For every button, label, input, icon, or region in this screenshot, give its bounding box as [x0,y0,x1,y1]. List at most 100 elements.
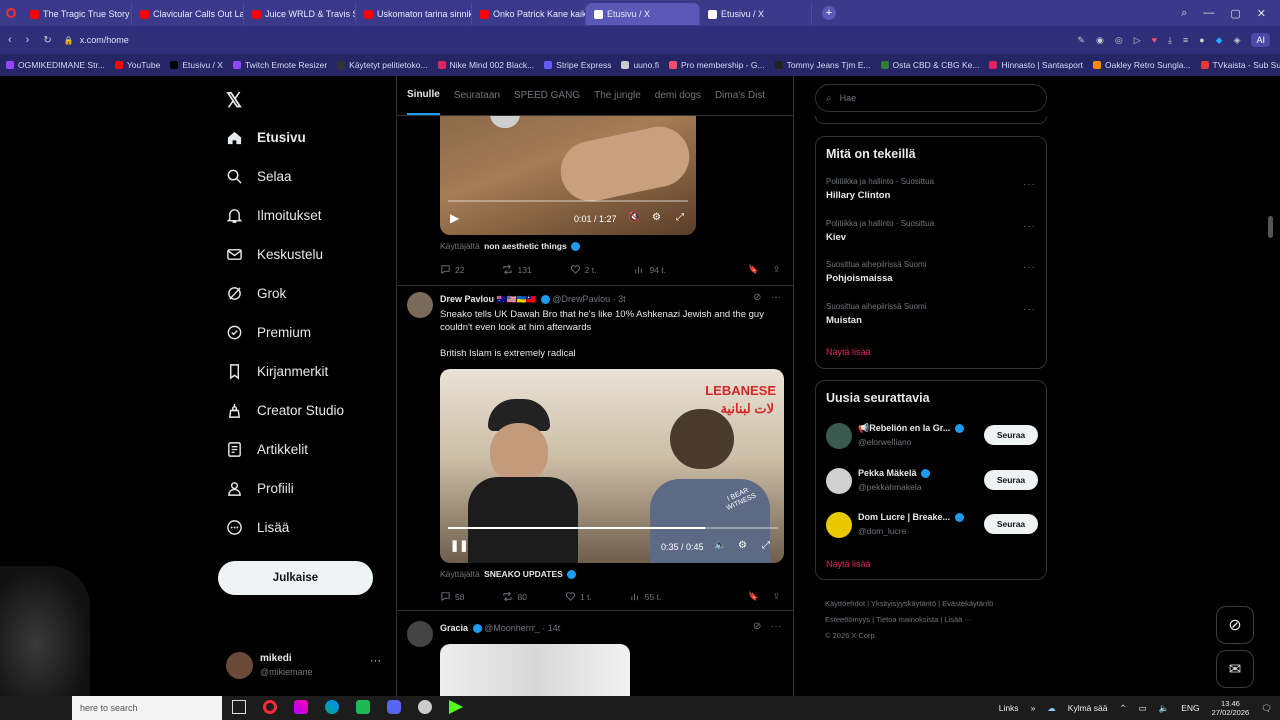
sidebar-item-premium[interactable]: Premium [226,324,311,341]
forward-icon[interactable]: › [26,34,30,46]
grok-fab[interactable]: ⊘ [1216,606,1254,644]
chevron-icon[interactable]: » [1031,703,1036,713]
grok-icon[interactable]: ⊘ [753,621,761,632]
post-age[interactable]: 14t [548,623,561,633]
sidebar-item-ilmoitukset[interactable]: Ilmoitukset [226,207,322,224]
heart-icon[interactable]: ♥ [1152,35,1157,45]
ai-button[interactable]: AI [1251,33,1270,47]
sidebar-item-keskustelu[interactable]: Keskustelu [226,246,323,263]
footer-link[interactable]: Evästekäytäntö [942,599,993,608]
trend-item[interactable]: Suosittua aihepiirissä Suomi Pohjoismaiss… [826,260,927,284]
task-view-icon[interactable] [232,700,246,714]
url-field[interactable]: x.com/home [80,35,129,45]
browser-tab[interactable]: Clavicular Calls Out Larry [132,3,244,25]
bookmark-item[interactable]: uuno.fi [621,60,659,70]
browser-tab[interactable]: Juice WRLD & Travis Scott [244,3,356,25]
new-tab-button[interactable]: + [822,6,836,20]
trend-more-icon[interactable]: ··· [1023,304,1036,315]
footer-link[interactable]: Esteettömyys [825,615,870,624]
steam-icon[interactable] [418,700,432,714]
fullscreen-icon[interactable]: ⤢ [762,540,770,551]
post-image[interactable] [440,644,630,696]
post-1[interactable]: ▶ 0:01 / 1:27 🔇 ⚙ ⤢ Käyttäjältä non aest… [397,114,793,286]
sidebar-item-etusivu[interactable]: Etusivu [226,129,306,146]
discord-icon[interactable] [387,700,401,714]
bookmark-item[interactable]: Twitch Emote Resizer [232,60,327,70]
reply-button[interactable]: 58 [440,591,464,602]
bookmark-item[interactable]: Stripe Express [544,60,611,70]
vpn-icon[interactable]: ◎ [1115,35,1123,46]
kick-icon[interactable] [449,700,463,714]
download-icon[interactable]: ⤓ [1168,35,1172,46]
grok-icon[interactable]: ⊘ [753,292,761,303]
post-3[interactable]: Gracia @Moonherrr_ · 14t ⊘ ··· [397,611,793,696]
taskbar-search[interactable]: here to search [72,696,222,720]
like-button[interactable]: 1 t. [565,591,592,602]
bookmark-item[interactable]: TVkaista - Sub Suora [1200,60,1280,70]
bookmark-icon[interactable]: 🔖 [748,591,759,602]
repost-button[interactable]: 131 [502,264,532,275]
bookmark-item[interactable]: Hinnasto | Santasport [989,60,1083,70]
who-show-more[interactable]: Näytä lisää [826,559,871,569]
opera-logo-icon[interactable] [0,8,22,18]
bookmark-item[interactable]: Käytetyt pelitietoko... [337,60,428,70]
messages-fab[interactable]: ✉ [1216,650,1254,688]
play-icon[interactable]: ▶ [450,211,459,225]
sidebar-item-creator-studio[interactable]: Creator Studio [226,402,344,419]
footer-link[interactable]: Yksityisyyskäytäntö [871,599,936,608]
browser-tab[interactable]: Onko Patrick Kane kaikkie [472,3,586,25]
feed-tab[interactable]: demi dogs [655,76,701,115]
trend-more-icon[interactable]: ··· [1023,221,1036,232]
bookmark-item[interactable]: Osta CBD & CBG Ke... [880,60,979,70]
bookmark-item[interactable]: YouTube [114,60,160,70]
author-name[interactable]: Drew Pavlou [440,294,494,304]
notifications-icon[interactable]: 🗨 [1261,703,1272,714]
video-player[interactable]: LEBANESE لات لبنانية I BEAR WITNESS ❚❚ 0… [440,369,784,563]
store-icon[interactable] [356,700,370,714]
post-2[interactable]: Drew Pavlou 🇦🇺🇺🇸🇺🇦🇹🇼 @DrewPavlou · 3t ⊘ … [397,286,793,611]
follow-suggestion[interactable]: Pekka Mäkelä @pekkahmakela Seuraa [826,466,1038,496]
minimize-icon[interactable]: — [1203,7,1214,19]
browser-tab[interactable]: Etusivu / X [700,3,812,25]
avatar[interactable] [826,467,852,494]
follow-suggestion[interactable]: Dom Lucre | Breake... @dom_lucre Seuraa [826,510,1038,540]
sidebar-item-artikkelit[interactable]: Artikkelit [226,441,308,458]
browser-tab[interactable]: The Tragic True Story of Ju [22,3,132,25]
settings-icon[interactable]: ⚙ [738,540,747,551]
post-age[interactable]: 3t [618,294,626,304]
clock[interactable]: 13.46 27/02/2026 [1212,699,1250,717]
trend-item[interactable]: Politiikka ja hallinto · Suosittua Hillar… [826,177,934,201]
menu-icon[interactable]: ≡ [1183,35,1188,45]
bookmark-icon[interactable]: 🔖 [748,264,759,275]
bookmark-item[interactable]: Etusivu / X [170,60,223,70]
settings-icon[interactable]: ⚙ [652,212,661,223]
maximize-icon[interactable]: ▢ [1230,7,1240,20]
footer-link[interactable]: Lisää ··· [944,615,972,624]
edge-icon[interactable] [325,700,339,714]
more-icon[interactable]: ··· [370,655,381,667]
camera-icon[interactable]: ◉ [1096,35,1104,46]
used-by-name[interactable]: non aesthetic things [484,241,567,251]
bookmark-item[interactable]: Pro membership - G... [668,60,765,70]
account-switcher[interactable]: mikedi @mikiemane ··· [226,651,386,681]
mute-icon[interactable]: 🔇 [628,212,640,223]
trend-more-icon[interactable]: ··· [1023,262,1036,273]
video-player[interactable]: ▶ 0:01 / 1:27 🔇 ⚙ ⤢ [440,114,696,235]
reload-icon[interactable]: ↻ [43,35,51,46]
reply-button[interactable]: 22 [440,264,464,275]
volume-icon[interactable]: 🔈 [1159,703,1170,714]
feed-tab[interactable]: Seurataan [454,76,500,115]
links-toolbar[interactable]: Links [999,703,1019,713]
bookmark-item[interactable]: Oakley Retro Sungla... [1093,60,1191,70]
trend-item[interactable]: Politiikka ja hallinto · Suosittua Kiev [826,219,934,243]
sidebar-item-selaa[interactable]: Selaa [226,168,292,185]
weather-label[interactable]: Kylmä sää [1068,703,1108,713]
views-button[interactable]: 55 t. [630,591,661,602]
sidebar-item-grok[interactable]: Grok [226,285,286,302]
sidebar-item-lisää[interactable]: Lisää [226,519,289,536]
tray-up-icon[interactable]: ⌃ [1119,703,1126,714]
feed-tab[interactable]: Sinulle [407,76,440,115]
footer-link[interactable]: Käyttöehdot [825,599,865,608]
share-icon[interactable]: ⇪ [773,264,780,275]
puzzle-icon[interactable]: ◈ [1234,35,1241,46]
